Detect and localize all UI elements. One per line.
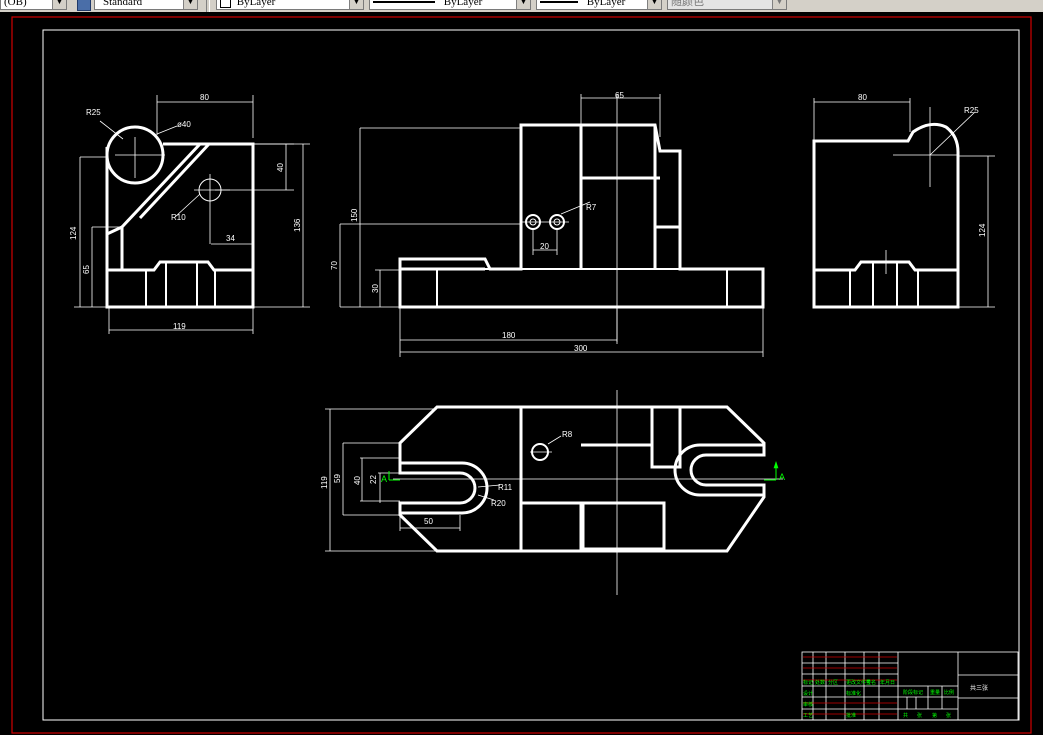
dim-top-80: 80	[858, 93, 867, 102]
section-label-left: A	[381, 474, 387, 484]
tb-label-jieduan: 阶段标记	[903, 689, 923, 696]
section-label-right: A	[779, 472, 785, 482]
dim-style-icon[interactable]	[77, 0, 91, 11]
linetype-preview-icon	[373, 1, 435, 4]
dim-radius-r20: R20	[491, 499, 506, 508]
dim-height-40-top: 40	[353, 476, 362, 485]
dim-length-180: 180	[502, 331, 516, 340]
tb-label-sheji: 设计	[803, 690, 813, 697]
chevron-down-icon[interactable]: ▼	[772, 0, 786, 9]
dim-pitch-20: 20	[540, 242, 549, 251]
dim-height-124-right: 124	[978, 223, 987, 237]
linetype-dropdown[interactable]: ByLayer ▼	[369, 0, 531, 10]
layer-dropdown[interactable]: ByLayer ▼	[216, 0, 364, 10]
dim-height-124: 124	[69, 226, 78, 240]
dim-style-value: Standard	[103, 0, 143, 8]
dim-height-65: 65	[82, 265, 91, 274]
dim-height-22: 22	[369, 475, 378, 484]
color-dropdown[interactable]: 随颜色 ▼	[667, 0, 787, 10]
dim-hole-dia: ø40	[177, 120, 191, 129]
tb-label-fenqu: 分区	[828, 679, 838, 686]
color-value: 随颜色	[671, 0, 704, 8]
dim-radius-r7: R7	[586, 203, 597, 212]
tb-label-biaoji: 标记	[803, 679, 813, 686]
tb-label-shenhe: 审核	[803, 701, 813, 708]
dim-radius-top: R25	[86, 108, 101, 117]
tb-label-chushu: 处数	[815, 679, 825, 686]
dim-height-59: 59	[333, 474, 342, 483]
dim-style-dropdown[interactable]: Standard ▼	[94, 0, 198, 10]
chevron-down-icon[interactable]: ▼	[52, 0, 66, 9]
drawing-canvas[interactable]: 80 R25 ø40 40 R10 34 124 65 136 119 65 1…	[0, 12, 1043, 735]
dim-top-width: 80	[200, 93, 209, 102]
chevron-down-icon[interactable]: ▼	[349, 0, 363, 9]
toolbar-separator	[206, 0, 210, 12]
tb-label-zhang2: 张	[946, 712, 951, 719]
dim-height-40: 40	[276, 163, 285, 172]
tb-label-biaozhunhua: 标准化	[846, 690, 861, 697]
text-style-dropdown[interactable]: (OB) ▼	[0, 0, 67, 10]
dim-height-136: 136	[293, 218, 302, 232]
tb-label-qianming: 签名	[866, 679, 876, 686]
dim-radius-small: R10	[171, 213, 186, 222]
dim-length-300: 300	[574, 344, 588, 353]
linetype-value: ByLayer	[443, 0, 483, 8]
dim-width-119: 119	[173, 322, 186, 331]
layer-value: ByLayer	[236, 0, 276, 8]
tb-label-bili: 比例	[944, 689, 954, 696]
tb-label-gongyi: 工艺	[803, 713, 813, 719]
dim-radius-r25: R25	[964, 106, 979, 115]
dim-radius-r11: R11	[498, 483, 513, 492]
drawing-name: 共三张	[970, 684, 988, 692]
dim-width-50: 50	[424, 517, 433, 526]
tb-label-gong: 共	[903, 712, 908, 719]
tb-label-di: 第	[932, 712, 937, 719]
lineweight-preview-icon	[540, 1, 578, 4]
chevron-down-icon[interactable]: ▼	[647, 0, 661, 9]
chevron-down-icon[interactable]: ▼	[516, 0, 530, 9]
lineweight-dropdown[interactable]: ByLayer ▼	[536, 0, 662, 10]
dim-height-119-top: 119	[320, 476, 329, 489]
tb-label-nianyueri: 年月日	[880, 679, 895, 686]
chevron-down-icon[interactable]: ▼	[183, 0, 197, 9]
dim-height-150: 150	[350, 208, 359, 222]
dim-radius-r8: R8	[562, 430, 573, 439]
lineweight-value: ByLayer	[586, 0, 626, 8]
dim-height-30: 30	[371, 284, 380, 293]
dim-top-65: 65	[615, 91, 624, 100]
tb-label-zhang1: 张	[917, 712, 922, 719]
dim-height-70: 70	[330, 261, 339, 270]
dim-offset-34: 34	[226, 234, 235, 243]
text-style-value: (OB)	[4, 0, 27, 8]
color-swatch-icon	[220, 0, 231, 8]
tb-label-zhongliang: 重量	[930, 689, 940, 696]
tb-label-pizhun: 批准	[846, 712, 856, 719]
